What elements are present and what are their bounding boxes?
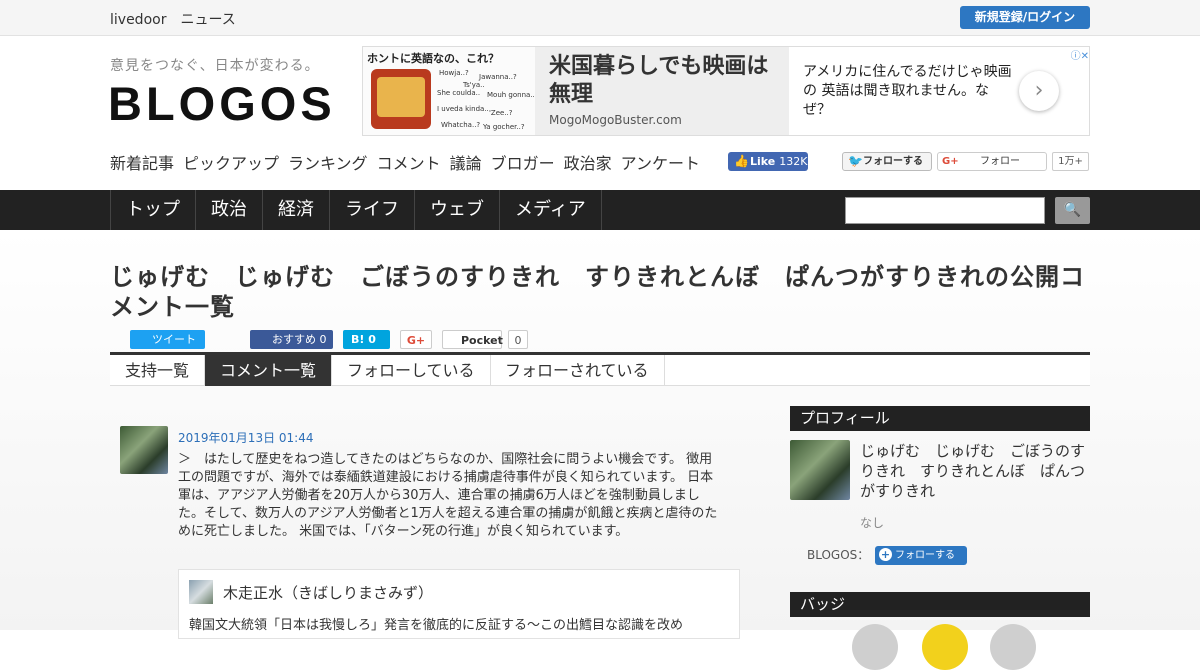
thumbs-up-icon: 👍 bbox=[734, 154, 749, 168]
chevron-right-icon[interactable]: › bbox=[1019, 71, 1059, 111]
signup-login-button[interactable]: 新規登録/ログイン bbox=[960, 6, 1090, 29]
facebook-recommend-button[interactable]: おすすめ 0 bbox=[250, 330, 333, 349]
ad-bubble: Ts'ya.. bbox=[463, 81, 485, 89]
profile-tabs: 支持一覧 コメント一覧 フォローしている フォローされている bbox=[110, 352, 1090, 386]
ad-bubble: Whatcha..? bbox=[441, 121, 481, 129]
badge-heading: バッジ bbox=[790, 592, 1090, 617]
search-icon[interactable]: 🔍 bbox=[1055, 197, 1090, 224]
blogos-label: BLOGOS： bbox=[807, 548, 870, 562]
ad-bubble: Jawanna..? bbox=[479, 73, 517, 81]
follow-label: フォローする bbox=[895, 550, 955, 561]
hatena-count: 0 bbox=[368, 333, 376, 346]
fb-like-label: Like bbox=[750, 155, 776, 168]
googleplus-follow-button[interactable]: G+ フォロー bbox=[937, 152, 1047, 171]
ad-bubble: 'Zee..? bbox=[489, 109, 513, 117]
nav-life[interactable]: ライフ bbox=[329, 190, 414, 230]
tweet-button[interactable]: ツイート bbox=[130, 330, 205, 349]
googleplus-icon: G+ bbox=[942, 156, 959, 167]
subnav-pickup[interactable]: ピックアップ bbox=[183, 154, 279, 173]
nav-top[interactable]: トップ bbox=[110, 190, 195, 230]
tv-screen bbox=[377, 77, 425, 117]
nav-politics[interactable]: 政治 bbox=[195, 190, 262, 230]
subnav-discussion[interactable]: 議論 bbox=[450, 154, 482, 173]
subnav-ranking[interactable]: ランキング bbox=[288, 154, 368, 173]
twitter-follow-label: フォローする bbox=[863, 156, 923, 167]
livedoor-news-link[interactable]: livedoor ニュース bbox=[110, 9, 236, 29]
commenter-avatar[interactable] bbox=[120, 426, 168, 474]
badge-icon bbox=[852, 624, 898, 670]
search-input[interactable] bbox=[845, 197, 1045, 224]
googleplus-share-button[interactable]: G+ bbox=[400, 330, 432, 349]
top-bar: livedoor ニュース 新規登録/ログイン bbox=[0, 0, 1200, 36]
plus-icon: + bbox=[879, 548, 892, 561]
subnav-comment[interactable]: コメント bbox=[377, 154, 441, 173]
twitter-bird-icon: 🐦 bbox=[848, 154, 863, 168]
profile-description: なし bbox=[860, 516, 885, 530]
nav-media[interactable]: メディア bbox=[499, 190, 602, 230]
follow-button[interactable]: + フォローする bbox=[875, 546, 967, 565]
pocket-button[interactable]: Pocket bbox=[442, 330, 503, 349]
googleplus-count: 1万+ bbox=[1052, 152, 1089, 171]
article-author[interactable]: 木走正水（きばしりまさみず） bbox=[223, 582, 433, 603]
subnav-survey[interactable]: アンケート bbox=[621, 154, 700, 173]
tagline: 意見をつなぐ、日本が変わる。 bbox=[110, 58, 320, 74]
facebook-like-button[interactable]: 👍 Like 132K bbox=[728, 152, 808, 171]
hatena-icon: B! bbox=[351, 333, 365, 346]
blogos-logo[interactable]: BLOGOS bbox=[108, 80, 336, 128]
fb-like-count: 132K bbox=[779, 155, 808, 168]
fb-recommend-count: 0 bbox=[319, 333, 327, 346]
ad-headline[interactable]: 米国暮らしでも映画は無理 bbox=[549, 53, 779, 109]
ad-bubble: She coulda.. bbox=[437, 89, 481, 97]
tab-comments[interactable]: コメント一覧 bbox=[205, 355, 333, 386]
adchoices-icon[interactable]: ⓘ✕ bbox=[1059, 47, 1089, 62]
author-avatar bbox=[189, 580, 213, 604]
badge-icon bbox=[922, 624, 968, 670]
tab-supports[interactable]: 支持一覧 bbox=[110, 355, 206, 386]
hatena-bookmark-button[interactable]: B! 0 bbox=[343, 330, 390, 349]
quoted-article[interactable]: 木走正水（きばしりまさみず） 韓国文大統領「日本は我慢しろ」発言を徹底的に反証す… bbox=[178, 569, 740, 639]
ad-headline-panel[interactable]: 米国暮らしでも映画は無理 MogoMogoBuster.com bbox=[535, 47, 789, 135]
ad-body[interactable]: アメリカに住んでるだけじゃ映画の 英語は聞き取れません。なぜ？ bbox=[803, 63, 1013, 120]
tab-followers[interactable]: フォローされている bbox=[490, 355, 665, 386]
subnav-new-articles[interactable]: 新着記事 bbox=[110, 154, 174, 173]
profile-avatar bbox=[790, 440, 850, 500]
subnav-politician[interactable]: 政治家 bbox=[564, 154, 612, 173]
article-title[interactable]: 韓国文大統領「日本は我慢しろ」発言を徹底的に反証する〜この出鱈目な認識を改め bbox=[189, 614, 683, 633]
nav-web[interactable]: ウェブ bbox=[414, 190, 499, 230]
ad-bubble: I uveda kinda.. bbox=[437, 105, 489, 113]
advertisement[interactable]: ホントに英語なの、これ？ Howja..? Jawanna..? She cou… bbox=[362, 46, 1090, 136]
pocket-count: 0 bbox=[508, 330, 528, 349]
pocket-label: Pocket bbox=[461, 334, 503, 347]
ad-bubble: Mouh gonna.. bbox=[487, 91, 535, 99]
nav-economy[interactable]: 経済 bbox=[262, 190, 329, 230]
comment-text: ＞ はたして歴史をねつ造してきたのはどちらなのか、国際社会に問うよい機会です。 … bbox=[178, 452, 718, 539]
tweet-label: ツイート bbox=[152, 333, 196, 346]
ad-bubble: Howja..? bbox=[439, 69, 469, 77]
page-title: じゅげむ じゅげむ ごぼうのすりきれ すりきれとんぼ ぱんつがすりきれの公開コメ… bbox=[110, 263, 1085, 321]
ad-url: MogoMogoBuster.com bbox=[549, 113, 682, 127]
profile-name: じゅげむ じゅげむ ごぼうのすりきれ すりきれとんぼ ぱんつがすりきれ bbox=[860, 442, 1086, 500]
sub-navigation: 新着記事 ピックアップ ランキング コメント 議論 ブロガー 政治家 アンケート bbox=[110, 150, 709, 174]
tab-following[interactable]: フォローしている bbox=[332, 355, 491, 386]
ad-thumbnail[interactable]: ホントに英語なの、これ？ Howja..? Jawanna..? She cou… bbox=[363, 47, 535, 135]
ad-bubble: Ya gocher..? bbox=[483, 123, 525, 131]
gp-follow-label: フォロー bbox=[980, 156, 1020, 167]
profile-heading: プロフィール bbox=[790, 406, 1090, 431]
subnav-blogger[interactable]: ブロガー bbox=[491, 154, 555, 173]
fb-recommend-label: おすすめ bbox=[272, 333, 316, 346]
ad-thumb-caption: ホントに英語なの、これ？ bbox=[367, 52, 499, 65]
comment-date[interactable]: 2019年01月13日 01:44 bbox=[178, 429, 313, 446]
twitter-follow-button[interactable]: 🐦 フォローする bbox=[842, 152, 932, 171]
badge-icon bbox=[990, 624, 1036, 670]
